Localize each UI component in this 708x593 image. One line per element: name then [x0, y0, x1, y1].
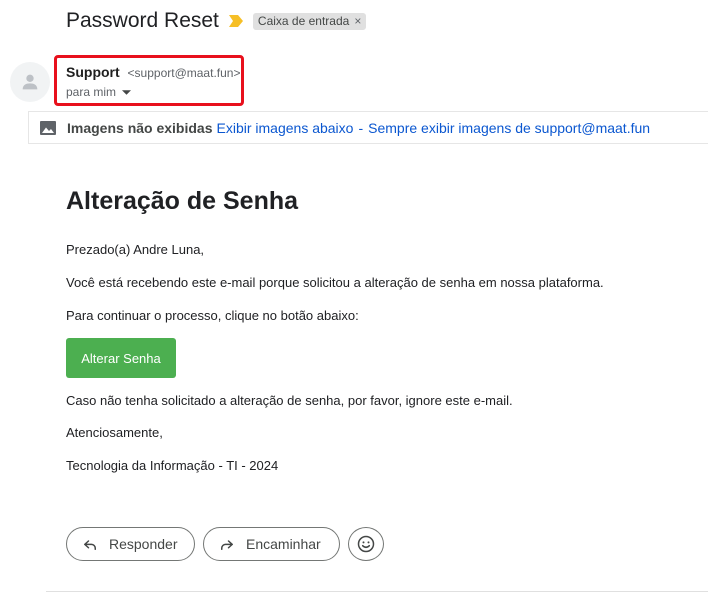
- sender-avatar[interactable]: [10, 62, 50, 102]
- show-images-link[interactable]: Exibir imagens abaixo: [217, 120, 354, 136]
- person-icon: [22, 74, 38, 90]
- sender-name[interactable]: Support: [66, 64, 120, 80]
- sender-email: <support@maat.fun>: [127, 66, 241, 80]
- image-icon: [40, 120, 56, 135]
- reply-button[interactable]: Responder: [66, 527, 195, 561]
- inbox-label-text: Caixa de entrada: [257, 13, 350, 28]
- forward-arrow-icon: [218, 535, 236, 553]
- sender-line: Support <support@maat.fun>: [66, 64, 240, 80]
- always-show-images-link[interactable]: Sempre exibir imagens de support@maat.fu…: [368, 120, 650, 136]
- email-body-heading: Alteração de Senha: [66, 187, 299, 215]
- inbox-label-chip[interactable]: Caixa de entrada ×: [252, 12, 367, 30]
- greeting-text: Prezado(a) Andre Luna,: [66, 242, 205, 257]
- body-paragraph-1: Você está recebendo este e-mail porque s…: [66, 275, 604, 290]
- recipient-text: para mim: [66, 85, 117, 99]
- signature-text: Tecnologia da Informação - TI - 2024: [66, 458, 279, 473]
- reply-arrow-icon: [81, 535, 99, 553]
- subject-row: Password Reset Caixa de entrada ×: [66, 6, 367, 36]
- forward-button[interactable]: Encaminhar: [203, 527, 340, 561]
- closing-text: Atenciosamente,: [66, 425, 163, 440]
- link-separator: -: [358, 119, 364, 136]
- smiley-icon: [357, 535, 375, 553]
- images-hidden-title: Imagens não exibidas: [67, 119, 213, 136]
- forward-label: Encaminhar: [246, 536, 321, 552]
- caret-down-icon: [122, 89, 132, 95]
- remove-label-icon[interactable]: ×: [354, 14, 361, 28]
- recipient-details-toggle[interactable]: para mim: [66, 85, 132, 99]
- images-hidden-bar: Imagens não exibidas Exibir imagens abai…: [28, 111, 708, 144]
- body-paragraph-3: Caso não tenha solicitado a alteração de…: [66, 393, 513, 408]
- email-subject: Password Reset: [66, 9, 219, 32]
- importance-marker-icon[interactable]: [228, 15, 243, 27]
- change-password-button[interactable]: Alterar Senha: [66, 338, 176, 378]
- reply-label: Responder: [109, 536, 178, 552]
- body-paragraph-2: Para continuar o processo, clique no bot…: [66, 308, 359, 323]
- emoji-reaction-button[interactable]: [348, 527, 384, 561]
- message-divider: [46, 591, 708, 592]
